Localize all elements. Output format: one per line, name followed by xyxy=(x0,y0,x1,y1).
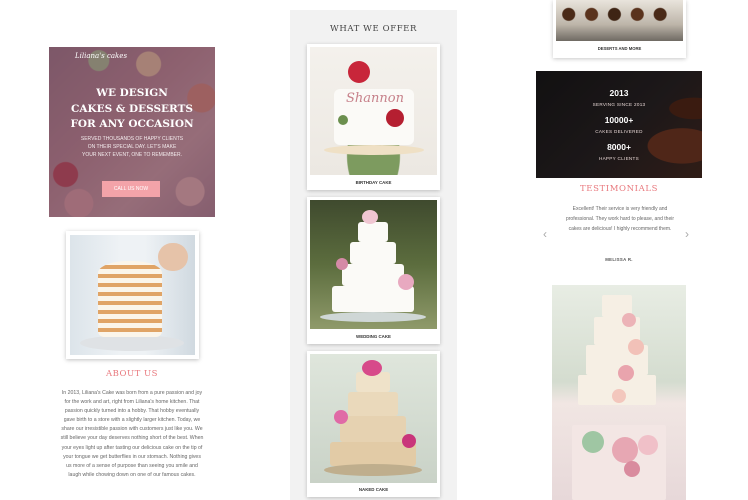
hero-title: WE DESIGN CAKES & DESSERTS FOR ANY OCCAS… xyxy=(49,86,215,133)
offer-card-birthday[interactable]: Shannon BIRTHDAY CAKE xyxy=(307,44,440,190)
cake-script-text: Shannon xyxy=(346,91,404,106)
stat-cakes: 10000+ xyxy=(604,115,634,125)
birthday-cake-photo: Shannon xyxy=(310,47,437,175)
testimonial-quote: Excellent! Their service is very friendl… xyxy=(565,206,675,232)
hero-subtitle: SERVED THOUSANDS OF HAPPY CLIENTS ON THE… xyxy=(57,135,207,159)
about-text: In 2013, Liliana's Cake was born from a … xyxy=(60,390,204,478)
stat-clients: 8000+ xyxy=(607,142,631,152)
about-image-frame xyxy=(66,231,199,359)
hero-title-line: WE DESIGN xyxy=(96,87,168,99)
testimonial-author: MELISSA R. xyxy=(605,257,633,262)
offer-card-wedding[interactable]: WEDDING CAKE xyxy=(307,197,440,344)
hero-subtitle-line: SERVED THOUSANDS OF HAPPY CLIENTS xyxy=(80,136,184,142)
hero-banner: Liliana's cakes WE DESIGN CAKES & DESSER… xyxy=(49,47,215,217)
offer-caption: DESERTS AND MORE xyxy=(597,46,642,51)
offer-caption: BIRTHDAY CAKE xyxy=(355,180,392,185)
about-heading: ABOUT US xyxy=(105,369,159,379)
stat-cakes-label: CAKES DELIVERED xyxy=(595,129,643,134)
gallery-cake-photo xyxy=(552,285,686,500)
stat-year: 2013 xyxy=(609,88,629,98)
offer-card-desserts[interactable]: DESERTS AND MORE xyxy=(553,0,686,58)
desserts-photo xyxy=(556,0,683,41)
cake-frosting-photo xyxy=(70,235,195,355)
offer-card-naked[interactable]: NAKED CAKE xyxy=(307,351,440,497)
call-us-button[interactable]: CALL US NOW xyxy=(102,181,160,197)
stat-clients-label: HAPPY CLIENTS xyxy=(598,156,640,161)
hero-title-line: CAKES & DESSERTS xyxy=(71,102,193,115)
chevron-left-icon[interactable]: ‹ xyxy=(543,228,547,240)
offer-heading: WHAT WE OFFER xyxy=(329,24,417,34)
testimonials-heading: TESTIMONIALS xyxy=(580,184,658,194)
stat-year-label: SERVING SINCE 2013 xyxy=(592,102,646,107)
offer-caption: WEDDING CAKE xyxy=(356,334,391,339)
brand-logo[interactable]: Liliana's cakes xyxy=(75,52,127,60)
wedding-cake-photo xyxy=(310,200,437,329)
hero-subtitle-line: ON THEIR SPECIAL DAY. LET'S MAKE xyxy=(87,144,177,150)
offer-caption: NAKED CAKE xyxy=(358,487,389,492)
stats-banner: 2013 SERVING SINCE 2013 10000+ CAKES DEL… xyxy=(536,71,702,178)
naked-cake-photo xyxy=(310,354,437,483)
chevron-right-icon[interactable]: › xyxy=(685,228,689,240)
hero-title-line: FOR ANY OCCASION xyxy=(70,118,194,130)
hero-subtitle-line: YOUR NEXT EVENT, ONE TO REMEMBER. xyxy=(81,152,183,158)
